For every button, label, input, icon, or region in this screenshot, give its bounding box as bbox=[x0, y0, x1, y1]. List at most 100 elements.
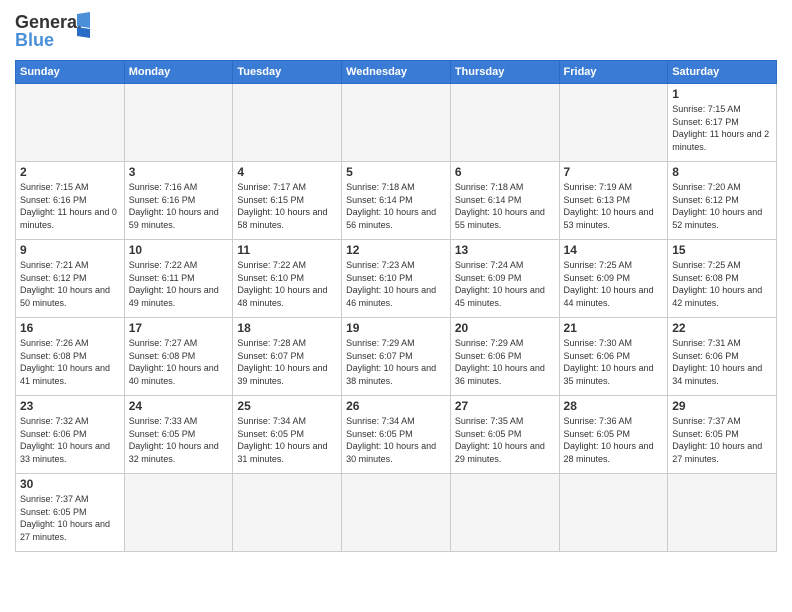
calendar-cell: 17Sunrise: 7:27 AMSunset: 6:08 PMDayligh… bbox=[124, 318, 233, 396]
day-info: Sunrise: 7:18 AMSunset: 6:14 PMDaylight:… bbox=[346, 181, 446, 231]
calendar-cell bbox=[342, 474, 451, 552]
day-number: 26 bbox=[346, 399, 446, 413]
day-number: 4 bbox=[237, 165, 337, 179]
day-info: Sunrise: 7:34 AMSunset: 6:05 PMDaylight:… bbox=[237, 415, 337, 465]
day-info: Sunrise: 7:25 AMSunset: 6:08 PMDaylight:… bbox=[672, 259, 772, 309]
calendar-cell: 6 Sunrise: 7:18 AMSunset: 6:14 PMDaylight… bbox=[450, 162, 559, 240]
day-number: 21 bbox=[564, 321, 664, 335]
calendar-cell: 21 Sunrise: 7:30 AMSunset: 6:06 PMDayligh… bbox=[559, 318, 668, 396]
day-number: 22 bbox=[672, 321, 772, 335]
day-number: 7 bbox=[564, 165, 664, 179]
calendar-cell: 16 Sunrise: 7:26 AMSunset: 6:08 PMDayligh… bbox=[16, 318, 125, 396]
day-info: Sunrise: 7:33 AMSunset: 6:05 PMDaylight:… bbox=[129, 415, 229, 465]
calendar-cell bbox=[124, 474, 233, 552]
calendar-cell: 11 Sunrise: 7:22 AMSunset: 6:10 PMDayligh… bbox=[233, 240, 342, 318]
calendar-cell bbox=[559, 474, 668, 552]
day-number: 20 bbox=[455, 321, 555, 335]
calendar-cell bbox=[124, 84, 233, 162]
calendar-cell bbox=[668, 474, 777, 552]
calendar-cell bbox=[16, 84, 125, 162]
day-number: 18 bbox=[237, 321, 337, 335]
day-number: 9 bbox=[20, 243, 120, 257]
calendar-cell: 15Sunrise: 7:25 AMSunset: 6:08 PMDayligh… bbox=[668, 240, 777, 318]
calendar-cell: 20 Sunrise: 7:29 AMSunset: 6:06 PMDayligh… bbox=[450, 318, 559, 396]
calendar-cell: 19Sunrise: 7:29 AMSunset: 6:07 PMDayligh… bbox=[342, 318, 451, 396]
calendar-cell: 9Sunrise: 7:21 AMSunset: 6:12 PMDaylight… bbox=[16, 240, 125, 318]
weekday-monday: Monday bbox=[124, 61, 233, 84]
day-info: Sunrise: 7:17 AMSunset: 6:15 PMDaylight:… bbox=[237, 181, 337, 231]
day-number: 28 bbox=[564, 399, 664, 413]
calendar-cell: 10 Sunrise: 7:22 AMSunset: 6:11 PMDayligh… bbox=[124, 240, 233, 318]
day-number: 16 bbox=[20, 321, 120, 335]
calendar-cell: 13 Sunrise: 7:24 AMSunset: 6:09 PMDayligh… bbox=[450, 240, 559, 318]
day-number: 29 bbox=[672, 399, 772, 413]
calendar-cell bbox=[450, 474, 559, 552]
day-info: Sunrise: 7:30 AMSunset: 6:06 PMDaylight:… bbox=[564, 337, 664, 387]
day-info: Sunrise: 7:32 AMSunset: 6:06 PMDaylight:… bbox=[20, 415, 120, 465]
calendar-cell: 2Sunrise: 7:15 AMSunset: 6:16 PMDaylight… bbox=[16, 162, 125, 240]
weekday-sunday: Sunday bbox=[16, 61, 125, 84]
calendar-cell: 5 Sunrise: 7:18 AMSunset: 6:14 PMDaylight… bbox=[342, 162, 451, 240]
day-number: 25 bbox=[237, 399, 337, 413]
day-number: 24 bbox=[129, 399, 229, 413]
day-number: 17 bbox=[129, 321, 229, 335]
weekday-saturday: Saturday bbox=[668, 61, 777, 84]
calendar-cell: 4 Sunrise: 7:17 AMSunset: 6:15 PMDaylight… bbox=[233, 162, 342, 240]
calendar-cell: 27Sunrise: 7:35 AMSunset: 6:05 PMDayligh… bbox=[450, 396, 559, 474]
week-row-4: 16 Sunrise: 7:26 AMSunset: 6:08 PMDayligh… bbox=[16, 318, 777, 396]
weekday-wednesday: Wednesday bbox=[342, 61, 451, 84]
calendar-cell: 8Sunrise: 7:20 AMSunset: 6:12 PMDaylight… bbox=[668, 162, 777, 240]
day-number: 13 bbox=[455, 243, 555, 257]
day-info: Sunrise: 7:20 AMSunset: 6:12 PMDaylight:… bbox=[672, 181, 772, 231]
weekday-thursday: Thursday bbox=[450, 61, 559, 84]
week-row-5: 23 Sunrise: 7:32 AMSunset: 6:06 PMDayligh… bbox=[16, 396, 777, 474]
calendar-cell bbox=[342, 84, 451, 162]
page: GeneralBlue SundayMondayTuesdayWednesday… bbox=[0, 0, 792, 612]
day-info: Sunrise: 7:16 AMSunset: 6:16 PMDaylight:… bbox=[129, 181, 229, 231]
day-number: 27 bbox=[455, 399, 555, 413]
calendar-cell: 7Sunrise: 7:19 AMSunset: 6:13 PMDaylight… bbox=[559, 162, 668, 240]
day-info: Sunrise: 7:18 AMSunset: 6:14 PMDaylight:… bbox=[455, 181, 555, 231]
calendar-cell bbox=[233, 84, 342, 162]
day-info: Sunrise: 7:37 AMSunset: 6:05 PMDaylight:… bbox=[20, 493, 120, 543]
day-number: 10 bbox=[129, 243, 229, 257]
day-number: 6 bbox=[455, 165, 555, 179]
day-number: 1 bbox=[672, 87, 772, 101]
day-info: Sunrise: 7:24 AMSunset: 6:09 PMDaylight:… bbox=[455, 259, 555, 309]
day-info: Sunrise: 7:31 AMSunset: 6:06 PMDaylight:… bbox=[672, 337, 772, 387]
calendar-cell: 23 Sunrise: 7:32 AMSunset: 6:06 PMDayligh… bbox=[16, 396, 125, 474]
week-row-1: 1 Sunrise: 7:15 AMSunset: 6:17 PMDaylight… bbox=[16, 84, 777, 162]
day-number: 5 bbox=[346, 165, 446, 179]
calendar-cell: 29 Sunrise: 7:37 AMSunset: 6:05 PMDayligh… bbox=[668, 396, 777, 474]
logo: GeneralBlue bbox=[15, 10, 95, 52]
day-info: Sunrise: 7:26 AMSunset: 6:08 PMDaylight:… bbox=[20, 337, 120, 387]
calendar-cell: 28 Sunrise: 7:36 AMSunset: 6:05 PMDayligh… bbox=[559, 396, 668, 474]
day-info: Sunrise: 7:22 AMSunset: 6:10 PMDaylight:… bbox=[237, 259, 337, 309]
svg-text:General: General bbox=[15, 12, 82, 32]
day-number: 2 bbox=[20, 165, 120, 179]
day-number: 11 bbox=[237, 243, 337, 257]
day-info: Sunrise: 7:25 AMSunset: 6:09 PMDaylight:… bbox=[564, 259, 664, 309]
week-row-3: 9Sunrise: 7:21 AMSunset: 6:12 PMDaylight… bbox=[16, 240, 777, 318]
day-info: Sunrise: 7:22 AMSunset: 6:11 PMDaylight:… bbox=[129, 259, 229, 309]
logo-svg: GeneralBlue bbox=[15, 10, 95, 52]
day-info: Sunrise: 7:36 AMSunset: 6:05 PMDaylight:… bbox=[564, 415, 664, 465]
calendar-cell: 3 Sunrise: 7:16 AMSunset: 6:16 PMDaylight… bbox=[124, 162, 233, 240]
weekday-header-row: SundayMondayTuesdayWednesdayThursdayFrid… bbox=[16, 61, 777, 84]
day-info: Sunrise: 7:29 AMSunset: 6:06 PMDaylight:… bbox=[455, 337, 555, 387]
day-number: 3 bbox=[129, 165, 229, 179]
calendar-cell: 25 Sunrise: 7:34 AMSunset: 6:05 PMDayligh… bbox=[233, 396, 342, 474]
calendar-cell: 24 Sunrise: 7:33 AMSunset: 6:05 PMDayligh… bbox=[124, 396, 233, 474]
day-number: 30 bbox=[20, 477, 120, 491]
calendar: SundayMondayTuesdayWednesdayThursdayFrid… bbox=[15, 60, 777, 552]
calendar-cell: 26 Sunrise: 7:34 AMSunset: 6:05 PMDayligh… bbox=[342, 396, 451, 474]
day-number: 14 bbox=[564, 243, 664, 257]
calendar-cell: 12Sunrise: 7:23 AMSunset: 6:10 PMDayligh… bbox=[342, 240, 451, 318]
day-info: Sunrise: 7:15 AMSunset: 6:17 PMDaylight:… bbox=[672, 103, 772, 153]
day-number: 23 bbox=[20, 399, 120, 413]
day-info: Sunrise: 7:34 AMSunset: 6:05 PMDaylight:… bbox=[346, 415, 446, 465]
day-number: 19 bbox=[346, 321, 446, 335]
day-info: Sunrise: 7:37 AMSunset: 6:05 PMDaylight:… bbox=[672, 415, 772, 465]
svg-text:Blue: Blue bbox=[15, 30, 54, 50]
header: GeneralBlue bbox=[15, 10, 777, 52]
